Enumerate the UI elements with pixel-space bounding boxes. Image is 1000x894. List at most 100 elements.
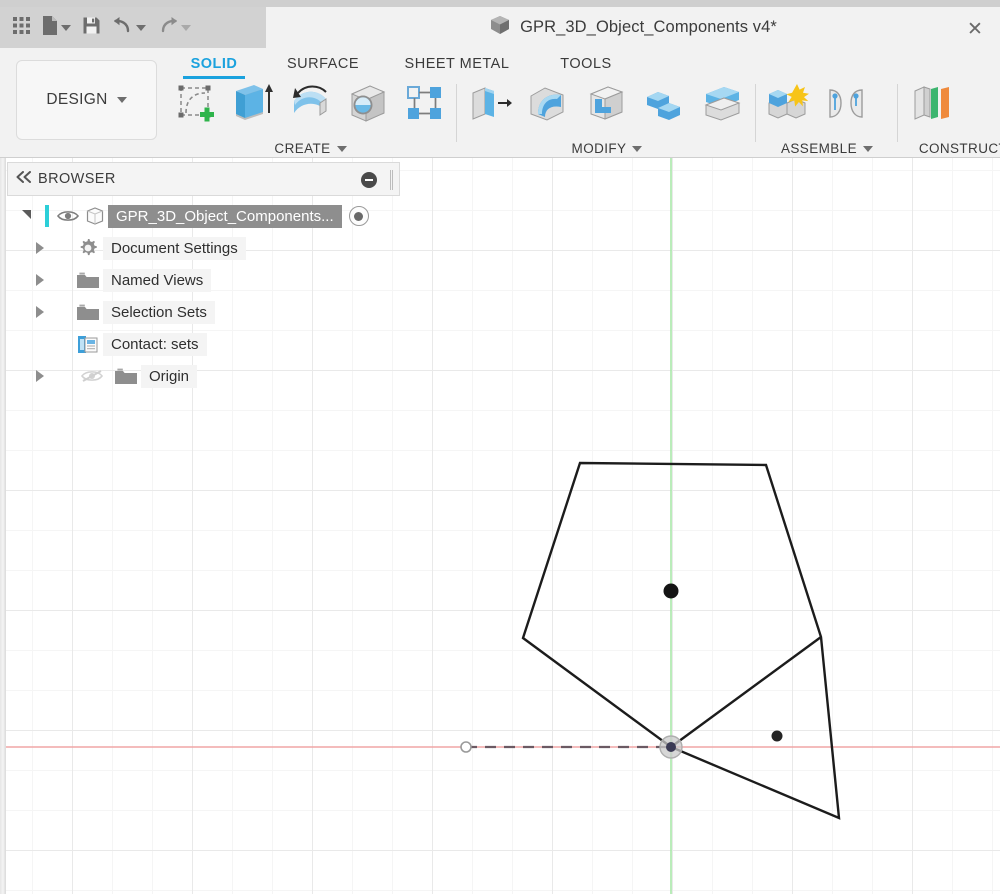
component-activate-radio[interactable] xyxy=(349,206,369,226)
fillet-tool[interactable] xyxy=(522,80,574,130)
create-sketch-icon xyxy=(174,81,218,130)
shell-icon xyxy=(583,81,629,130)
panel-divider xyxy=(755,84,756,142)
workspace-label: DESIGN xyxy=(46,91,107,109)
browser-tree: GPR_3D_Object_Components... Document Set… xyxy=(7,200,400,392)
gear-icon xyxy=(73,237,103,259)
expander-closed[interactable] xyxy=(7,242,73,254)
folder-icon xyxy=(73,303,103,322)
title-bar: GPR_3D_Object_Components v4* ✕ xyxy=(0,0,1000,48)
tab-surface[interactable]: SURFACE xyxy=(262,48,384,72)
quick-access-toolbar xyxy=(0,7,266,48)
window-top-strip xyxy=(0,0,1000,7)
expander-closed[interactable] xyxy=(7,306,73,318)
tab-solid[interactable]: SOLID xyxy=(166,48,262,72)
expander-closed[interactable] xyxy=(7,274,73,286)
create-sketch-tool[interactable] xyxy=(170,80,221,130)
split-face-icon xyxy=(699,81,745,130)
panel-assemble: ASSEMBLE xyxy=(762,80,892,158)
pattern-tool[interactable] xyxy=(400,80,451,130)
chevron-down-icon xyxy=(117,97,127,103)
grid-apps-icon xyxy=(12,16,31,40)
tab-label: SOLID xyxy=(191,56,238,72)
sketch-chord xyxy=(671,637,821,747)
expander-closed[interactable] xyxy=(7,370,73,382)
panel-title-label: CREATE xyxy=(274,141,330,156)
offset-plane-icon xyxy=(909,81,955,130)
panel-divider xyxy=(456,84,457,142)
tab-label: SURFACE xyxy=(287,56,359,72)
combine-tool[interactable] xyxy=(638,80,690,130)
app-grid-button[interactable] xyxy=(10,14,33,42)
eye-hidden-icon[interactable] xyxy=(73,368,111,384)
browser-resize-grip[interactable] xyxy=(390,170,393,190)
tree-item-origin[interactable]: Origin xyxy=(7,360,400,392)
expander-open[interactable] xyxy=(7,212,45,221)
component-activity-bar xyxy=(45,205,49,227)
panel-title-label: ASSEMBLE xyxy=(781,141,857,156)
press-pull-icon xyxy=(467,81,513,130)
chevron-down-icon xyxy=(863,146,873,152)
redo-button[interactable] xyxy=(155,14,193,42)
fillet-icon xyxy=(525,81,571,130)
ribbon-panels: CREATE xyxy=(170,80,1000,158)
double-chevron-left-icon xyxy=(15,170,32,188)
offset-plane-tool[interactable] xyxy=(906,80,958,130)
undo-button[interactable] xyxy=(110,14,148,42)
chevron-down-icon[interactable] xyxy=(136,25,146,31)
hole-tool[interactable] xyxy=(342,80,393,130)
viewport-canvas[interactable]: BROWSER xyxy=(0,158,1000,894)
panel-create: CREATE xyxy=(170,80,451,158)
component-cube-icon xyxy=(82,206,108,226)
fusion-app-window: GPR_3D_Object_Components v4* ✕ DESIGN SO… xyxy=(0,0,1000,894)
centroid-point xyxy=(664,584,679,599)
joint-tool[interactable] xyxy=(820,80,872,130)
new-component-icon xyxy=(764,81,812,130)
tree-item-contact-sets[interactable]: Contact: sets xyxy=(7,328,400,360)
split-face-tool[interactable] xyxy=(696,80,748,130)
eye-visible-icon[interactable] xyxy=(54,209,82,223)
new-document-button[interactable] xyxy=(40,14,73,42)
panel-title-label: CONSTRUCT xyxy=(919,141,1000,156)
panel-construct: CONSTRUCT xyxy=(906,80,1000,158)
close-icon[interactable]: ✕ xyxy=(964,18,986,40)
floppy-save-icon xyxy=(82,16,101,40)
contact-sets-icon xyxy=(73,334,103,355)
pattern-icon xyxy=(403,81,447,130)
sketch-polygon xyxy=(523,463,839,818)
page-title: GPR_3D_Object_Components v4* xyxy=(520,18,777,37)
tab-tools[interactable]: TOOLS xyxy=(530,48,642,72)
minimize-icon[interactable] xyxy=(361,172,377,188)
tree-item-label: Selection Sets xyxy=(103,301,215,324)
browser-collapse-button[interactable] xyxy=(8,163,38,195)
tree-item-selection-sets[interactable]: Selection Sets xyxy=(7,296,400,328)
tab-sheet-metal[interactable]: SHEET METAL xyxy=(384,48,530,72)
chevron-down-icon[interactable] xyxy=(61,25,71,31)
workspace-selector[interactable]: DESIGN xyxy=(16,60,157,140)
browser-panel-header: BROWSER xyxy=(7,162,400,196)
save-button[interactable] xyxy=(80,14,103,42)
tree-item-root-component[interactable]: GPR_3D_Object_Components... xyxy=(7,200,400,232)
panel-assemble-title[interactable]: ASSEMBLE xyxy=(762,141,892,156)
revolve-tool[interactable] xyxy=(285,80,336,130)
document-title-area: GPR_3D_Object_Components v4* xyxy=(266,7,1000,48)
folder-icon xyxy=(73,271,103,290)
browser-title: BROWSER xyxy=(38,171,116,187)
panel-modify-title[interactable]: MODIFY xyxy=(464,141,750,156)
tree-item-label: Named Views xyxy=(103,269,211,292)
folder-icon xyxy=(111,367,141,386)
tree-item-document-settings[interactable]: Document Settings xyxy=(7,232,400,264)
chevron-down-icon[interactable] xyxy=(181,25,191,31)
tree-item-named-views[interactable]: Named Views xyxy=(7,264,400,296)
joint-icon xyxy=(823,81,869,130)
shell-tool[interactable] xyxy=(580,80,632,130)
chevron-down-icon xyxy=(632,146,642,152)
revolve-icon xyxy=(288,81,334,130)
new-component-tool[interactable] xyxy=(762,80,814,130)
tree-item-label: GPR_3D_Object_Components... xyxy=(108,205,342,228)
panel-create-title[interactable]: CREATE xyxy=(170,141,451,156)
undo-arrow-icon xyxy=(112,16,134,40)
extrude-tool[interactable] xyxy=(227,80,278,130)
panel-construct-title[interactable]: CONSTRUCT xyxy=(906,141,1000,156)
press-pull-tool[interactable] xyxy=(464,80,516,130)
